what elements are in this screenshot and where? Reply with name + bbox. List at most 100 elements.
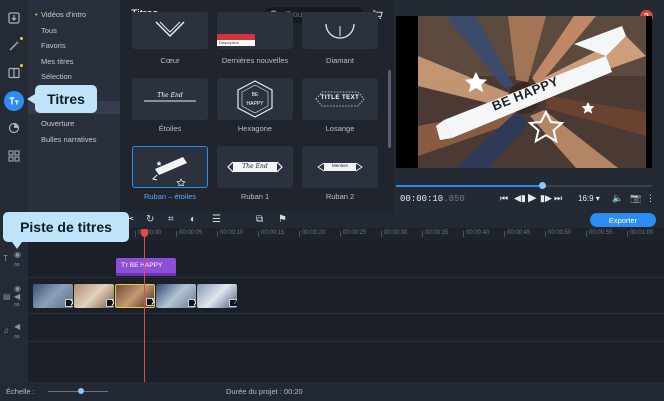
tile-label: Ruban 1 bbox=[240, 192, 270, 201]
time-ruler[interactable]: 00:00:00 00:00:05 00:00:10 00:00:15 00:00:20… bbox=[120, 228, 664, 240]
eye-icon[interactable]: ◉ bbox=[14, 250, 21, 259]
title-tile-ribbon-stars[interactable] bbox=[132, 146, 208, 188]
category-intro-videos[interactable]: • Vidéos d'intro bbox=[35, 10, 86, 19]
tile-preview-text: TITLE TEXT bbox=[320, 95, 360, 101]
callout-titles: Titres bbox=[27, 85, 97, 113]
title-clip[interactable]: Tт BE HAPPY bbox=[116, 258, 176, 274]
scale-slider-knob[interactable] bbox=[78, 388, 84, 394]
ruler-tick: 00:00:40 bbox=[462, 230, 490, 237]
title-tile-breaking-news[interactable]: Description bbox=[217, 12, 293, 49]
skip-end-icon[interactable]: ⏭ bbox=[554, 193, 562, 204]
tile-preview-text: The End bbox=[242, 163, 268, 170]
tool-rail bbox=[0, 0, 28, 212]
preview-panel: ? BE HAPPY bbox=[394, 0, 664, 212]
equalizer-icon[interactable]: ☰ bbox=[212, 214, 221, 225]
transition-icon[interactable]: ❯ bbox=[188, 299, 196, 307]
category-selection[interactable]: Sélection bbox=[41, 72, 72, 81]
scale-label: Échelle : bbox=[6, 387, 35, 396]
ruler-tick: 00:00:10 bbox=[216, 230, 244, 237]
transition-icon[interactable]: ❯ bbox=[146, 298, 154, 306]
transition-icon[interactable]: ⁄ bbox=[229, 299, 237, 307]
video-clip-selected[interactable]: ❯ bbox=[115, 284, 155, 308]
tile-label: Hexagone bbox=[237, 124, 273, 133]
library-scrollbar[interactable] bbox=[388, 70, 391, 148]
link-icon[interactable]: ∞ bbox=[14, 332, 20, 341]
title-clip-bar bbox=[116, 273, 176, 276]
video-track-icon: ▤ bbox=[3, 292, 11, 301]
playhead[interactable] bbox=[144, 229, 145, 382]
stickers-icon[interactable] bbox=[4, 118, 24, 138]
transition-icon[interactable]: ❯ bbox=[65, 299, 73, 307]
tile-preview-line1: BE bbox=[251, 92, 259, 98]
tile-label: Losange bbox=[325, 124, 355, 133]
progress-knob[interactable] bbox=[538, 182, 546, 189]
overlay-icon[interactable]: ⧉ bbox=[256, 214, 263, 225]
status-bar: Échelle : Durée du projet : 00:20 bbox=[0, 382, 664, 401]
audio-track-icon: ♫ bbox=[3, 326, 9, 335]
category-my-titles[interactable]: Mes titres bbox=[41, 57, 74, 66]
category-opening[interactable]: Ouverture bbox=[41, 119, 74, 128]
ruler-tick: 00:00:20 bbox=[298, 230, 326, 237]
play-icon[interactable]: ▶ bbox=[528, 191, 536, 204]
crop-icon[interactable]: ⌗ bbox=[168, 214, 174, 225]
link-icon[interactable]: ∞ bbox=[14, 260, 20, 269]
tile-label: Diamant bbox=[326, 56, 354, 65]
tile-label: Cœur bbox=[160, 56, 180, 65]
tile-preview-line2: HAPPY bbox=[246, 101, 264, 107]
audio-track[interactable] bbox=[28, 314, 664, 342]
tile-label: Étoiles bbox=[158, 124, 182, 133]
transitions-icon[interactable] bbox=[4, 63, 24, 83]
magic-wand-icon[interactable] bbox=[4, 36, 24, 56]
tile-label: Dernières nouvelles bbox=[221, 56, 289, 65]
ruler-tick: 00:01:00 bbox=[626, 230, 654, 237]
preview-progress[interactable] bbox=[396, 182, 652, 189]
title-track-icon: T bbox=[3, 254, 8, 263]
more-tools-icon[interactable] bbox=[4, 146, 24, 166]
ruler-tick: 00:00:55 bbox=[585, 230, 613, 237]
video-clip[interactable]: ⁄ bbox=[197, 284, 237, 308]
snapshot-icon[interactable]: 📷 bbox=[630, 193, 641, 204]
video-clip[interactable]: ❯ bbox=[33, 284, 73, 308]
video-clip[interactable]: ❯ bbox=[156, 284, 196, 308]
ruler-tick: 00:00:30 bbox=[380, 230, 408, 237]
title-tile-lozenge[interactable]: TITLE TEXT bbox=[302, 78, 378, 120]
step-back-icon[interactable]: ◀▮ bbox=[514, 193, 526, 204]
speaker-icon[interactable]: ◀ bbox=[14, 322, 20, 331]
category-all[interactable]: Tous bbox=[41, 26, 57, 35]
tile-preview-text: The End bbox=[157, 92, 183, 99]
aspect-ratio-select[interactable]: 16:9 ▾ bbox=[578, 194, 600, 203]
title-tile-heart[interactable] bbox=[132, 12, 208, 49]
tile-preview-text: Description bbox=[217, 40, 255, 46]
category-favorites[interactable]: Favoris bbox=[41, 41, 66, 50]
video-clip[interactable]: ❯ bbox=[74, 284, 114, 308]
tile-label: Ruban 2 bbox=[325, 192, 355, 201]
category-speech-bubbles[interactable]: Bulles narratives bbox=[41, 135, 96, 144]
transition-icon[interactable]: ❯ bbox=[106, 299, 114, 307]
title-tile-stars[interactable]: The End bbox=[132, 78, 208, 120]
video-preview[interactable]: BE HAPPY bbox=[396, 16, 652, 168]
title-tile-ribbon-2[interactable]: Mention bbox=[302, 146, 378, 188]
tile-preview-text: Mention bbox=[331, 163, 348, 168]
step-forward-icon[interactable]: ▮▶ bbox=[540, 193, 552, 204]
marker-flag-icon[interactable]: ⚑ bbox=[278, 214, 287, 225]
ruler-tick: 00:00:45 bbox=[503, 230, 531, 237]
skip-start-icon[interactable]: ⏮ bbox=[500, 193, 508, 204]
volume-icon[interactable]: 🔈 bbox=[612, 193, 623, 204]
link-icon[interactable]: ∞ bbox=[14, 300, 20, 309]
export-button[interactable]: Exporter bbox=[590, 213, 656, 227]
title-tile-diamond[interactable] bbox=[302, 12, 378, 49]
import-icon[interactable] bbox=[4, 8, 24, 28]
titles-library: Titres Cœur Description Dernières nouvel… bbox=[120, 0, 394, 212]
project-duration: Durée du projet : 00:20 bbox=[226, 387, 303, 396]
ruler-tick: 00:00:15 bbox=[257, 230, 285, 237]
callout-title-track: Piste de titres bbox=[3, 212, 129, 249]
progress-fill bbox=[396, 185, 542, 187]
title-tile-ribbon-1[interactable]: The End bbox=[217, 146, 293, 188]
rotate-icon[interactable]: ↻ bbox=[146, 214, 154, 225]
color-adjust-icon[interactable]: ◐ bbox=[190, 214, 196, 225]
ruler-tick: 00:00:50 bbox=[544, 230, 572, 237]
titles-icon[interactable] bbox=[4, 91, 24, 111]
timecode: 00:00:10.850 bbox=[400, 194, 465, 204]
more-options-icon[interactable]: ⋮ bbox=[646, 193, 655, 204]
title-tile-hexagon[interactable]: BE HAPPY bbox=[217, 78, 293, 120]
